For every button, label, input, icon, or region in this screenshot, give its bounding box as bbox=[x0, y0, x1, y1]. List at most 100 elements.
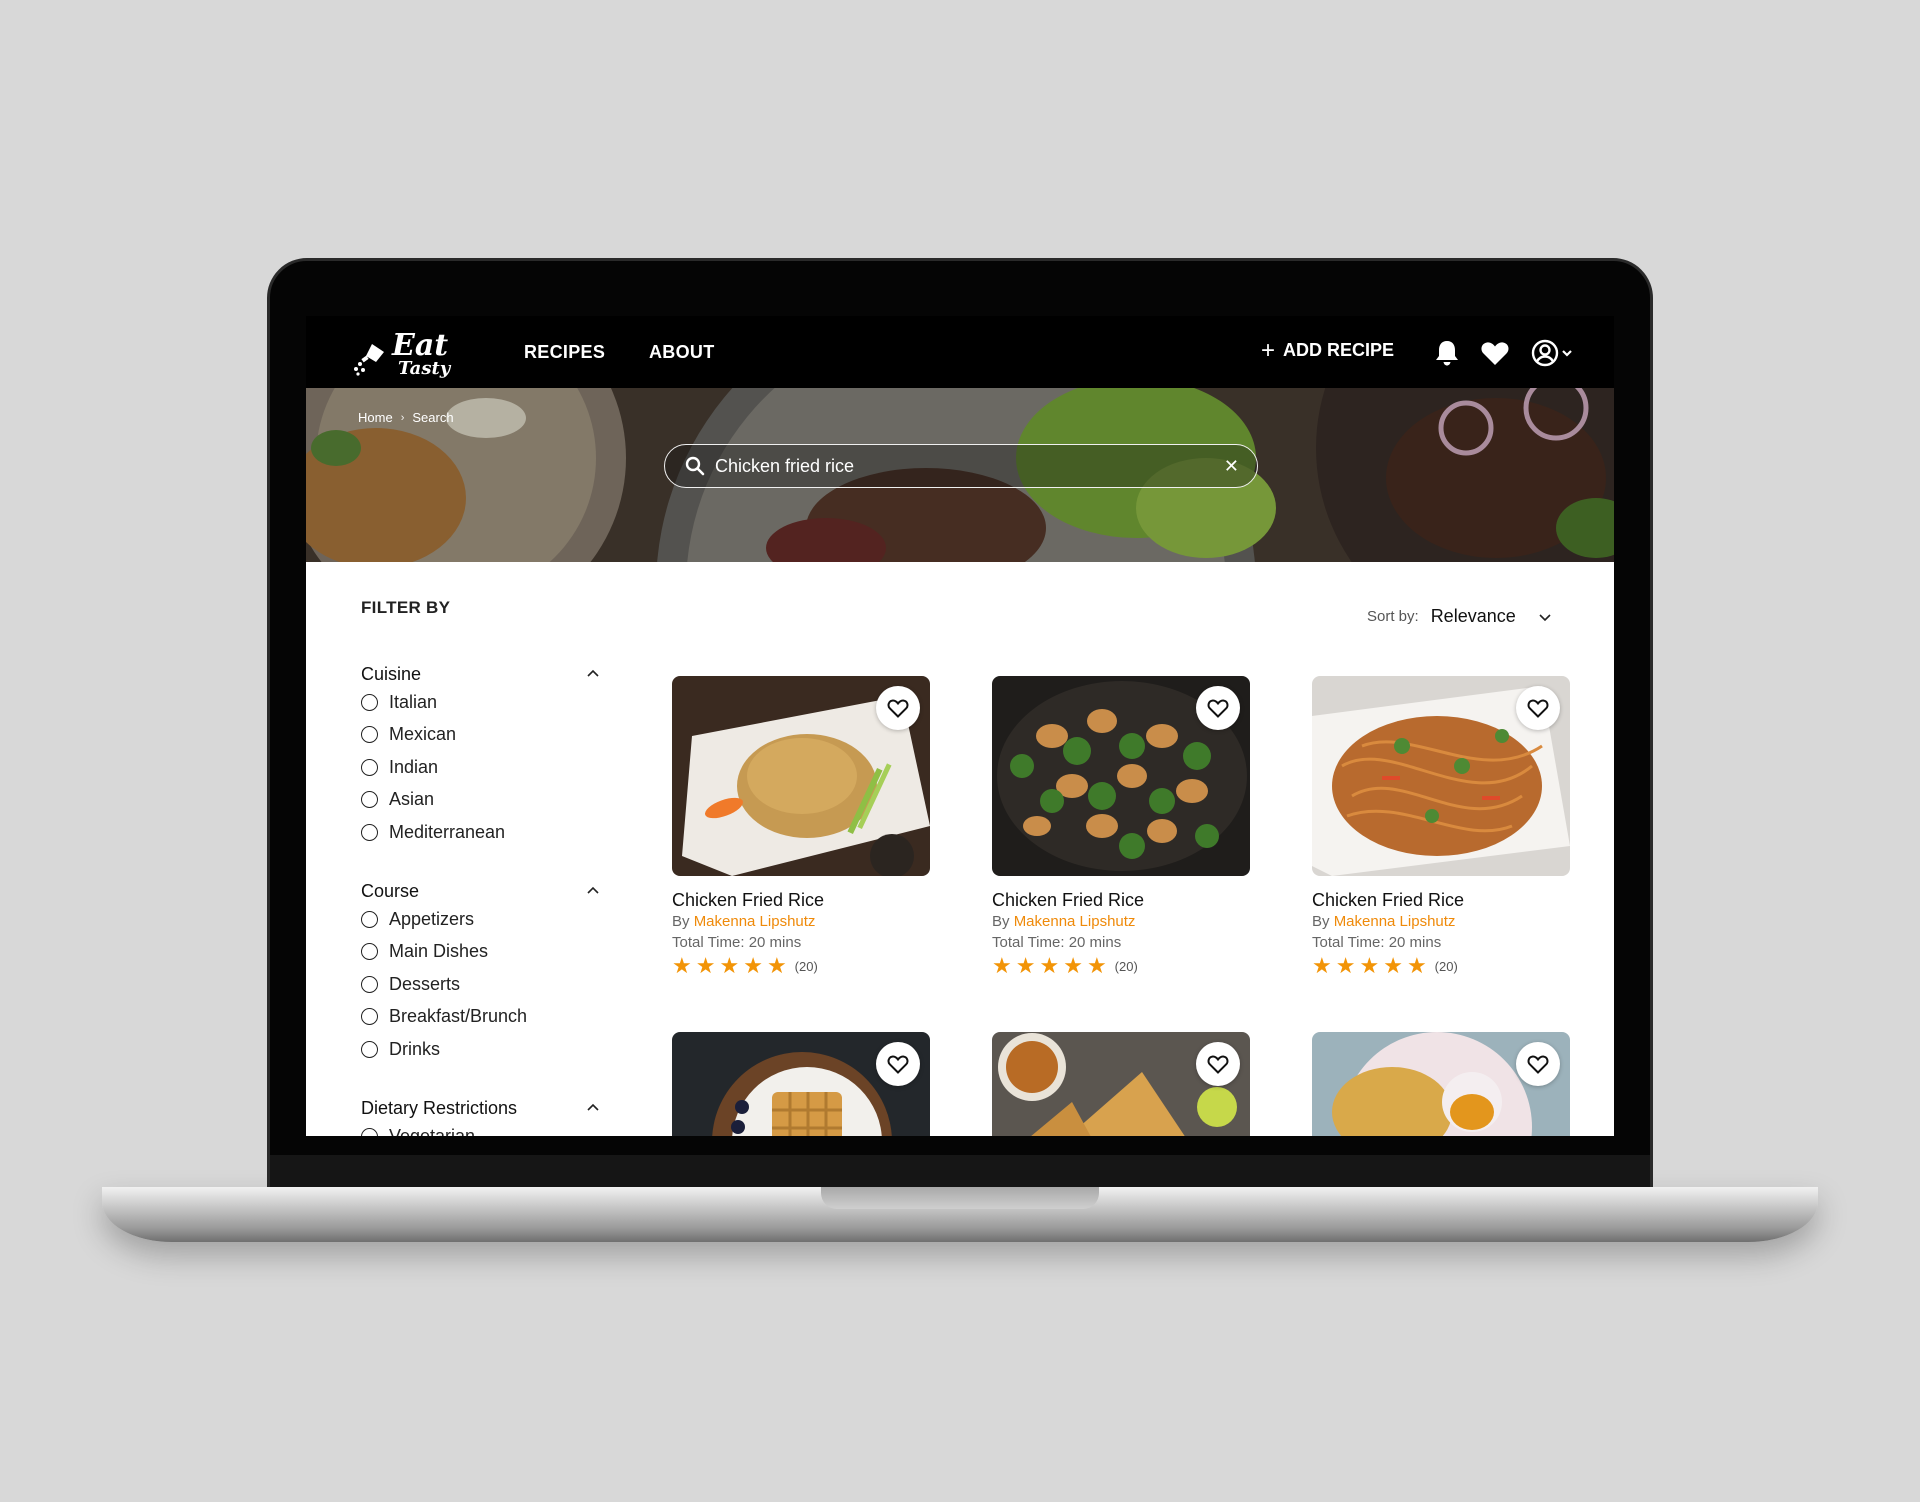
add-recipe-label: ADD RECIPE bbox=[1283, 340, 1395, 360]
filter-option-asian[interactable]: Asian bbox=[361, 784, 603, 817]
plus-icon: + bbox=[1261, 336, 1276, 364]
filter-group-dietary: Dietary Restrictions Vegetarian bbox=[361, 1096, 603, 1136]
nav-recipes-link[interactable]: RECIPES bbox=[524, 342, 605, 363]
heart-outline-icon bbox=[1207, 699, 1229, 718]
star-icon: ★ bbox=[1039, 953, 1060, 978]
author-link[interactable]: Makenna Lipshutz bbox=[1334, 913, 1456, 930]
filter-group-cuisine: Cuisine Italian Mexican Indian Asian Med… bbox=[361, 662, 603, 849]
filter-option-main-dishes[interactable]: Main Dishes bbox=[361, 936, 603, 969]
recipe-image[interactable] bbox=[1312, 1032, 1570, 1136]
radio-button[interactable] bbox=[361, 975, 378, 993]
favorite-button[interactable] bbox=[1196, 1042, 1240, 1086]
recipe-card[interactable]: Chicken Fried Rice By Makenna Lipshutz T… bbox=[672, 676, 930, 977]
star-icon: ★ bbox=[1383, 953, 1403, 978]
add-recipe-button[interactable]: + ADD RECIPE bbox=[1261, 336, 1395, 364]
filter-option-vegetarian[interactable]: Vegetarian bbox=[361, 1120, 603, 1136]
filter-option-mediterranean[interactable]: Mediterranean bbox=[361, 816, 603, 849]
nav-about-link[interactable]: ABOUT bbox=[649, 342, 715, 363]
star-icon: ★ bbox=[672, 953, 692, 978]
recipe-title[interactable]: Chicken Fried Rice bbox=[672, 890, 930, 911]
search-icon bbox=[685, 456, 705, 476]
recipe-card[interactable] bbox=[1312, 1032, 1570, 1136]
filter-option-label: Breakfast/Brunch bbox=[389, 1006, 528, 1027]
top-nav: Eat Tasty RECIPES ABOUT + ADD RECIPE bbox=[306, 316, 1614, 388]
filter-option-breakfast-brunch[interactable]: Breakfast/Brunch bbox=[361, 1001, 603, 1034]
bell-icon[interactable] bbox=[1431, 337, 1463, 369]
filter-option-label: Drinks bbox=[389, 1038, 441, 1059]
filter-option-indian[interactable]: Indian bbox=[361, 751, 603, 784]
chevron-up-icon bbox=[587, 669, 599, 677]
breadcrumb-home[interactable]: Home bbox=[358, 410, 393, 425]
filter-group-label: Dietary Restrictions bbox=[361, 1097, 518, 1118]
sort-dropdown[interactable]: Sort by: Relevance bbox=[1367, 606, 1552, 627]
radio-button[interactable] bbox=[361, 791, 378, 809]
heart-icon[interactable] bbox=[1479, 337, 1511, 369]
favorite-button[interactable] bbox=[876, 686, 920, 730]
star-icon: ★ bbox=[695, 953, 716, 978]
recipe-image[interactable] bbox=[992, 676, 1250, 876]
radio-button[interactable] bbox=[361, 726, 378, 744]
filter-group-cuisine-header[interactable]: Cuisine bbox=[361, 662, 603, 686]
recipe-image[interactable] bbox=[672, 676, 930, 876]
radio-button[interactable] bbox=[361, 758, 378, 776]
filter-option-drinks[interactable]: Drinks bbox=[361, 1033, 603, 1066]
logo-text-tasty: Tasty bbox=[398, 358, 451, 379]
filter-option-italian[interactable]: Italian bbox=[361, 686, 603, 719]
hero-banner: Home › Search Chicken fried rice ✕ bbox=[306, 388, 1614, 562]
filter-group-course-header[interactable]: Course bbox=[361, 879, 603, 903]
favorite-button[interactable] bbox=[1516, 686, 1560, 730]
recipe-image[interactable] bbox=[672, 1032, 930, 1136]
filter-option-mexican[interactable]: Mexican bbox=[361, 719, 603, 752]
recipe-card[interactable] bbox=[992, 1032, 1250, 1136]
recipe-title[interactable]: Chicken Fried Rice bbox=[992, 890, 1250, 911]
star-icon: ★ bbox=[1406, 953, 1427, 978]
chevron-down-icon[interactable] bbox=[1560, 337, 1574, 369]
recipe-image[interactable] bbox=[1312, 676, 1570, 876]
star-icon: ★ bbox=[1335, 953, 1356, 978]
favorite-button[interactable] bbox=[1516, 1042, 1560, 1086]
radio-button[interactable] bbox=[361, 1040, 378, 1058]
chevron-up-icon bbox=[587, 886, 599, 894]
recipe-card[interactable]: Chicken Fried Rice By Makenna Lipshutz T… bbox=[1312, 676, 1570, 977]
favorite-button[interactable] bbox=[1196, 686, 1240, 730]
search-bar[interactable]: Chicken fried rice ✕ bbox=[664, 444, 1258, 488]
radio-button[interactable] bbox=[361, 943, 378, 961]
radio-button[interactable] bbox=[361, 823, 378, 841]
filter-option-appetizers[interactable]: Appetizers bbox=[361, 903, 603, 936]
breadcrumb-separator-icon: › bbox=[400, 411, 405, 424]
sort-label: Sort by: bbox=[1367, 608, 1419, 625]
filter-group-dietary-header[interactable]: Dietary Restrictions bbox=[361, 1096, 603, 1120]
logo[interactable]: Eat Tasty bbox=[352, 328, 452, 384]
chevron-down-icon bbox=[1539, 613, 1551, 621]
clear-search-icon[interactable]: ✕ bbox=[1224, 456, 1239, 477]
radio-button[interactable] bbox=[361, 1127, 378, 1136]
filter-option-desserts[interactable]: Desserts bbox=[361, 968, 603, 1001]
filter-title: FILTER BY bbox=[361, 598, 451, 617]
rating-count: (20) bbox=[794, 958, 818, 974]
author-link[interactable]: Makenna Lipshutz bbox=[1014, 913, 1136, 930]
star-icon: ★ bbox=[1359, 953, 1380, 978]
recipe-card[interactable]: Chicken Fried Rice By Makenna Lipshutz T… bbox=[992, 676, 1250, 977]
filter-group-label: Course bbox=[361, 880, 420, 901]
radio-button[interactable] bbox=[361, 910, 378, 928]
recipe-author: By Makenna Lipshutz bbox=[1312, 913, 1570, 930]
heart-outline-icon bbox=[1527, 1055, 1549, 1074]
rating-count: (20) bbox=[1434, 958, 1458, 974]
recipe-rating: ★ ★ ★ ★ ★ (20) bbox=[672, 955, 930, 977]
by-label: By bbox=[992, 913, 1010, 930]
radio-button[interactable] bbox=[361, 693, 378, 711]
recipe-title[interactable]: Chicken Fried Rice bbox=[1312, 890, 1570, 911]
radio-button[interactable] bbox=[361, 1008, 378, 1026]
author-link[interactable]: Makenna Lipshutz bbox=[694, 913, 816, 930]
recipe-author: By Makenna Lipshutz bbox=[992, 913, 1250, 930]
search-input[interactable]: Chicken fried rice bbox=[715, 456, 1224, 477]
laptop-notch bbox=[821, 1187, 1099, 1209]
recipe-card[interactable] bbox=[672, 1032, 930, 1136]
favorite-button[interactable] bbox=[876, 1042, 920, 1086]
recipe-time: Total Time: 20 mins bbox=[1312, 934, 1442, 951]
breadcrumb: Home › Search bbox=[358, 410, 454, 425]
filter-option-label: Mexican bbox=[389, 724, 457, 745]
breadcrumb-search[interactable]: Search bbox=[412, 410, 453, 425]
user-circle-icon[interactable] bbox=[1529, 337, 1561, 369]
recipe-image[interactable] bbox=[992, 1032, 1250, 1136]
